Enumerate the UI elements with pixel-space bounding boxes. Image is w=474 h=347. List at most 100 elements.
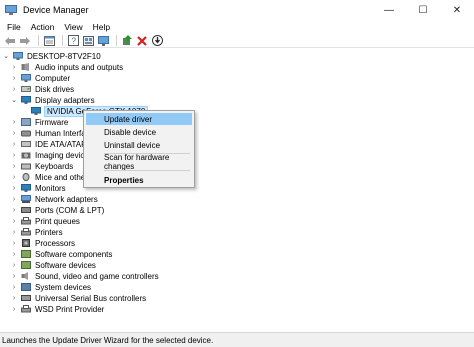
chevron-right-icon[interactable]: › [10,128,18,138]
chevron-right-icon[interactable]: › [10,150,18,160]
tree-item-label: Universal Serial Bus controllers [35,293,147,303]
tree-item-label: Network adapters [35,194,98,204]
tree-item-printers[interactable]: › Printers [10,227,63,237]
tree-item-label: Printers [35,227,63,237]
chevron-right-icon[interactable]: › [10,84,18,94]
chevron-right-icon[interactable]: › [10,205,18,215]
chevron-right-icon[interactable]: › [10,139,18,149]
printer-icon [21,228,31,236]
chevron-right-icon[interactable]: › [10,249,18,259]
chevron-right-icon[interactable]: › [10,293,18,303]
menu-bar: File Action View Help [0,20,474,34]
forward-icon[interactable] [19,35,31,47]
chevron-right-icon[interactable]: › [10,260,18,270]
tree-item-display-adapters[interactable]: ⌄ Display adapters [10,95,95,105]
svg-text:?: ? [71,37,76,46]
mouse-icon [22,173,30,181]
firmware-icon [21,118,31,126]
help-icon[interactable]: ? [67,35,79,47]
tree-item-label: Print queues [35,216,80,226]
tree-item-audio[interactable]: › Audio inputs and outputs [10,62,123,72]
port-icon [21,207,31,213]
context-menu: Update driver Disable device Uninstall d… [83,110,195,188]
chevron-right-icon[interactable]: › [10,194,18,204]
monitor-icon[interactable] [97,35,109,47]
software-device-icon [21,261,31,269]
chevron-right-icon[interactable]: › [10,304,18,314]
toolbar-separator [62,35,63,46]
monitor-icon [21,184,31,192]
chevron-right-icon[interactable]: › [10,183,18,193]
tree-item-print-queues[interactable]: › Print queues [10,216,80,226]
tree-item-label: Software components [35,249,113,259]
menu-file[interactable]: File [2,22,26,32]
display-adapter-icon [31,107,41,115]
camera-icon [21,152,31,159]
tree-item-disk-drives[interactable]: › Disk drives [10,84,74,94]
device-tree: ⌄ DESKTOP-8TV2F10 › Audio inputs and out… [0,49,474,332]
hid-icon [21,130,31,137]
computer-icon [13,52,23,60]
tree-item-software-components[interactable]: › Software components [10,249,113,259]
show-hidden-icon[interactable] [82,35,94,47]
chevron-right-icon[interactable]: › [10,271,18,281]
chevron-right-icon[interactable]: › [10,117,18,127]
tree-item-system-devices[interactable]: › System devices [10,282,91,292]
chevron-right-icon[interactable]: › [10,216,18,226]
menu-properties[interactable]: Properties [86,174,192,186]
chevron-right-icon[interactable]: › [10,161,18,171]
chevron-down-icon[interactable]: ⌄ [10,95,18,105]
chevron-right-icon[interactable]: › [10,227,18,237]
tree-item-label: Computer [35,73,71,83]
tree-root-label: DESKTOP-8TV2F10 [27,51,101,61]
toolbar-separator [38,35,39,46]
chevron-right-icon[interactable]: › [10,172,18,182]
chevron-right-icon[interactable]: › [10,238,18,248]
tree-item-processors[interactable]: › Processors [10,238,75,248]
uninstall-icon[interactable] [136,35,148,47]
chevron-right-icon[interactable]: › [10,73,18,83]
back-icon[interactable] [4,35,16,47]
menu-help[interactable]: Help [88,22,115,32]
close-button[interactable]: ✕ [440,0,474,20]
system-device-icon [21,283,31,291]
menu-scan-hardware[interactable]: Scan for hardware changes [86,153,192,171]
tree-item-monitors[interactable]: › Monitors [10,183,66,193]
toolbar: ? [0,34,474,48]
audio-icon [21,63,29,71]
menu-disable-device[interactable]: Disable device [86,126,192,138]
menu-view[interactable]: View [59,22,87,32]
tree-item-sound[interactable]: › Sound, video and game controllers [10,271,159,281]
device-manager-icon [5,5,17,15]
tree-item-imaging[interactable]: › Imaging devices [10,150,93,160]
menu-update-driver[interactable]: Update driver [86,113,192,125]
scan-hardware-icon[interactable] [151,35,163,47]
chevron-right-icon[interactable]: › [10,62,18,72]
tree-item-software-devices[interactable]: › Software devices [10,260,96,270]
computer-icon [21,74,31,82]
menu-action[interactable]: Action [26,22,60,32]
tree-item-label: Keyboards [35,161,74,171]
network-adapter-icon [21,195,31,203]
status-bar: Launches the Update Driver Wizard for th… [0,332,474,347]
update-driver-icon[interactable] [121,35,133,47]
processor-icon [22,239,30,247]
toolbar-separator [116,35,117,46]
maximize-button[interactable]: ☐ [406,0,440,20]
menu-uninstall-device[interactable]: Uninstall device [86,139,192,151]
tree-item-computer[interactable]: › Computer [10,73,70,83]
printer-icon [21,305,31,313]
tree-item-label: WSD Print Provider [35,304,105,314]
tree-item-ports[interactable]: › Ports (COM & LPT) [10,205,105,215]
minimize-button[interactable]: — [372,0,406,20]
chevron-down-icon[interactable]: ⌄ [2,51,10,61]
tree-item-wsd[interactable]: › WSD Print Provider [10,304,105,314]
tree-item-usb[interactable]: › Universal Serial Bus controllers [10,293,146,303]
tree-root[interactable]: ⌄ DESKTOP-8TV2F10 [2,51,101,61]
tree-item-keyboards[interactable]: › Keyboards [10,161,73,171]
chevron-right-icon[interactable]: › [10,282,18,292]
tree-item-firmware[interactable]: › Firmware [10,117,69,127]
properties-icon[interactable] [43,35,55,47]
tree-item-label: Monitors [35,183,66,193]
tree-item-network[interactable]: › Network adapters [10,194,98,204]
